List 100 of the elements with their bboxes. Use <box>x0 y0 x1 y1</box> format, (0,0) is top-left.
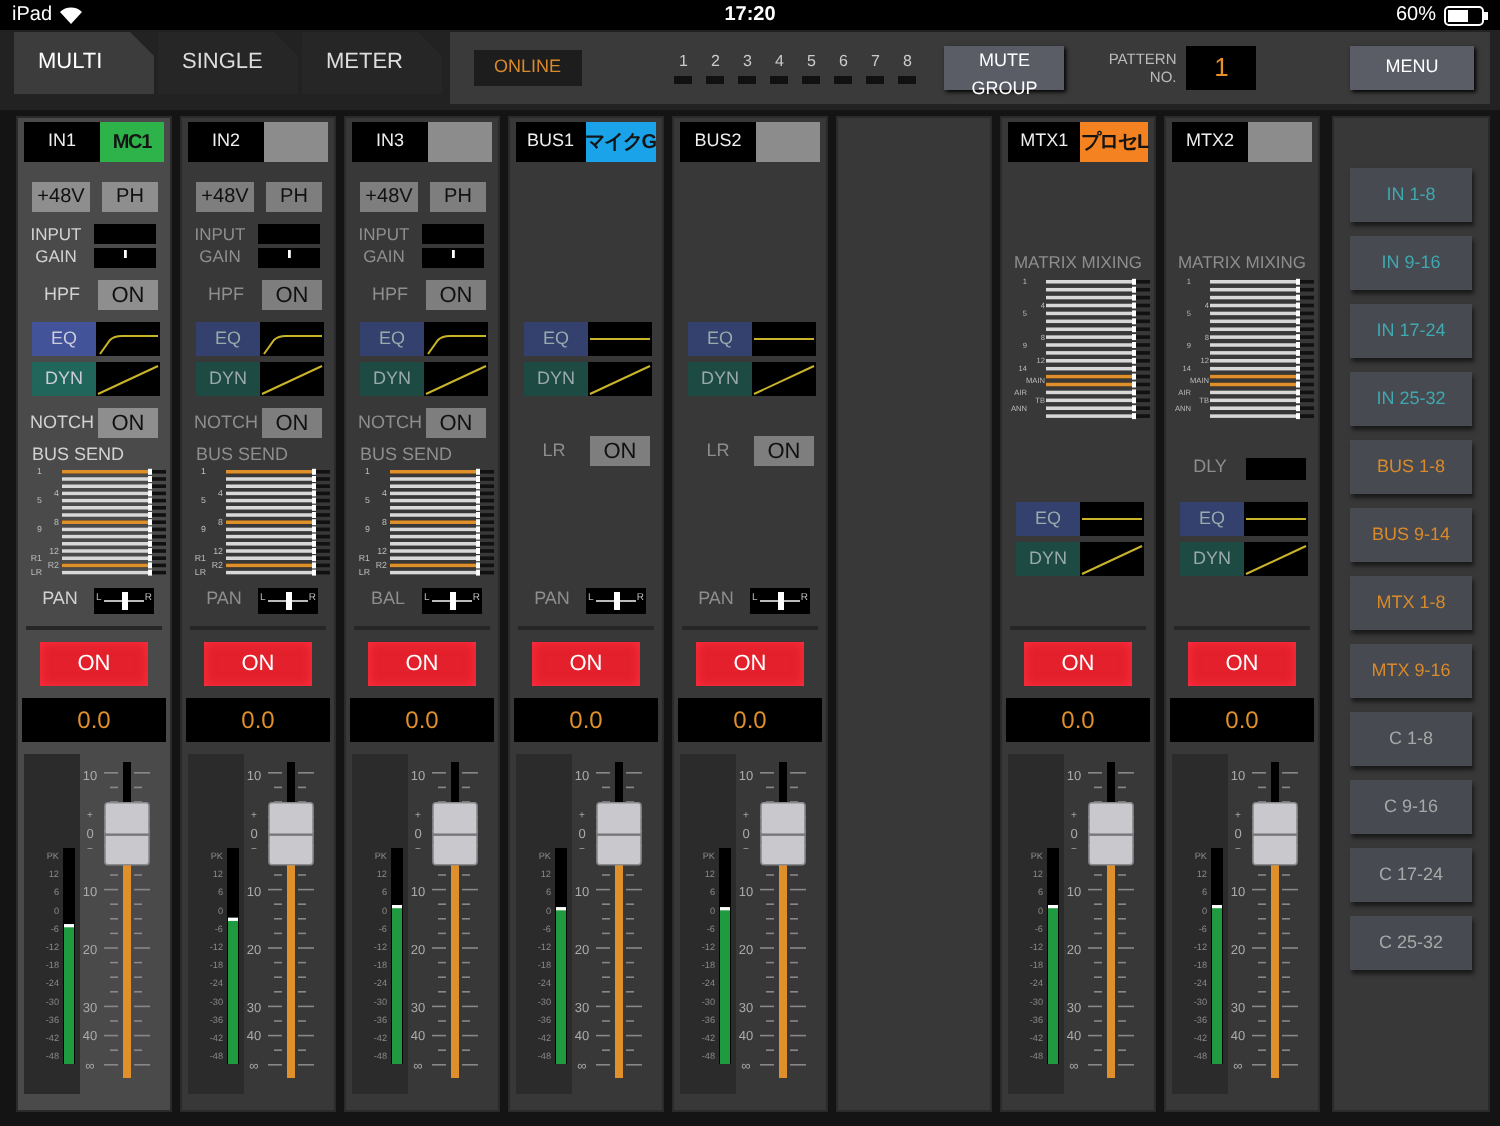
send-level-bars-drawing <box>1046 278 1150 420</box>
mute-group-button[interactable]: MUTE GROUP <box>944 46 1065 90</box>
dynamics-curve-graph <box>1080 542 1144 576</box>
toggle-label: LR <box>704 437 732 464</box>
toggle-label: NOTCH <box>28 409 96 436</box>
bank-button[interactable]: BUS 1-8 <box>1350 440 1472 494</box>
gain-label: INPUT GAIN <box>356 224 412 268</box>
phase-button[interactable]: PH <box>266 182 322 212</box>
bank-button[interactable]: MTX 1-8 <box>1350 576 1472 630</box>
channel-name: プロセL <box>1080 122 1148 162</box>
mute-group-indicator[interactable] <box>738 75 757 83</box>
matrix-mixing-title: MATRIX MIXING <box>1011 252 1145 272</box>
fader-value: 0.0 <box>186 698 330 742</box>
channel-on-button[interactable]: ON <box>532 642 640 686</box>
toggle-button[interactable]: ON <box>98 408 158 438</box>
toggle-button[interactable]: ON <box>590 436 650 466</box>
mute-group-number: 4 <box>775 53 784 69</box>
bank-button[interactable]: C 9-16 <box>1350 780 1472 834</box>
phantom-power-button[interactable]: +48V <box>32 182 90 212</box>
bank-button[interactable]: MTX 9-16 <box>1350 644 1472 698</box>
phase-button[interactable]: PH <box>102 182 158 212</box>
channel-on-button[interactable]: ON <box>204 642 312 686</box>
mute-group-indicator[interactable] <box>674 75 693 83</box>
channel-id: MTX2 <box>1172 122 1248 162</box>
menu-button[interactable]: MENU <box>1349 46 1474 90</box>
bank-button[interactable]: IN 25-32 <box>1350 372 1472 426</box>
bus-send-title: BUS SEND <box>30 444 127 464</box>
fader-value: 0.0 <box>678 698 822 742</box>
fader-knob[interactable] <box>596 801 642 866</box>
mute-group-indicator[interactable] <box>898 75 917 83</box>
bank-button[interactable]: IN 1-8 <box>1350 168 1472 222</box>
delay-display[interactable] <box>1246 457 1306 479</box>
pan-knob[interactable] <box>122 591 128 609</box>
fader-knob[interactable] <box>432 801 478 866</box>
dynamics-curve-graph <box>588 362 652 396</box>
send-level-bars-drawing <box>390 468 494 576</box>
bank-button[interactable]: C 1-8 <box>1350 712 1472 766</box>
channel-name: マイクG <box>585 122 656 162</box>
pan-knob[interactable] <box>614 591 620 609</box>
bank-button[interactable]: C 25-32 <box>1350 916 1472 970</box>
phantom-power-button[interactable]: +48V <box>196 182 254 212</box>
channel-id: MTX1 <box>1008 122 1081 162</box>
channel-id: BUS1 <box>516 122 586 162</box>
channel-on-button[interactable]: ON <box>1024 642 1132 686</box>
fader-knob[interactable] <box>1252 801 1298 866</box>
toggle-label: HPF <box>42 281 82 308</box>
eq-curve-graph <box>96 322 160 356</box>
gain-display[interactable] <box>258 224 320 268</box>
fader-knob[interactable] <box>104 801 150 866</box>
eq-curve-graph <box>1244 502 1308 536</box>
bank-button[interactable]: C 17-24 <box>1350 848 1472 902</box>
tab[interactable]: SINGLE <box>158 32 298 94</box>
gain-display[interactable] <box>94 224 156 268</box>
fader-knob[interactable] <box>268 801 314 866</box>
fader-value: 0.0 <box>1006 698 1150 742</box>
gain-label: INPUT GAIN <box>28 224 84 268</box>
pan-label: PAN <box>40 586 80 613</box>
toggle-label: HPF <box>206 281 246 308</box>
mute-group-indicator[interactable] <box>802 75 821 83</box>
channel-on-button[interactable]: ON <box>40 642 148 686</box>
mute-group-indicator[interactable] <box>770 75 789 83</box>
gain-display[interactable] <box>422 224 484 268</box>
dynamics-curve-graph <box>752 362 816 396</box>
toggle-button[interactable]: ON <box>754 436 814 466</box>
bank-button[interactable]: BUS 9-14 <box>1350 508 1472 562</box>
channel-on-button[interactable]: ON <box>696 642 804 686</box>
toggle-button[interactable]: ON <box>262 408 322 438</box>
pan-knob[interactable] <box>778 591 784 609</box>
bank-button[interactable]: IN 17-24 <box>1350 304 1472 358</box>
mute-group-number: 6 <box>839 53 848 69</box>
pan-knob[interactable] <box>286 591 292 609</box>
bus-send-title: BUS SEND <box>194 444 291 464</box>
dynamics-curve-graph <box>260 362 324 396</box>
tab[interactable]: METER <box>302 32 442 94</box>
toggle-button[interactable]: ON <box>426 280 486 310</box>
toggle-button[interactable]: ON <box>426 408 486 438</box>
fader-knob[interactable] <box>760 801 806 866</box>
mute-group-number: 1 <box>679 53 688 69</box>
fader-knob[interactable] <box>1088 801 1134 866</box>
mute-group-number: 5 <box>807 53 816 69</box>
mute-group-number: 7 <box>871 53 880 69</box>
battery-icon <box>1443 5 1488 25</box>
mute-group-indicator[interactable] <box>706 75 725 83</box>
tab[interactable]: MULTI <box>14 32 154 94</box>
channel-id: IN2 <box>188 122 264 162</box>
fader-value: 0.0 <box>350 698 494 742</box>
pattern-number[interactable]: 1 <box>1186 46 1257 90</box>
phase-button[interactable]: PH <box>430 182 486 212</box>
mute-group-indicator[interactable] <box>866 75 885 83</box>
pan-label: PAN <box>532 586 572 613</box>
phantom-power-button[interactable]: +48V <box>360 182 418 212</box>
pan-knob[interactable] <box>450 591 456 609</box>
toggle-button[interactable]: ON <box>98 280 158 310</box>
pan-label: BAL <box>368 586 407 613</box>
channel-on-button[interactable]: ON <box>368 642 476 686</box>
bank-button[interactable]: IN 9-16 <box>1350 236 1472 290</box>
mute-group-indicator[interactable] <box>834 75 853 83</box>
device-name: iPad <box>12 2 53 30</box>
channel-on-button[interactable]: ON <box>1188 642 1296 686</box>
toggle-button[interactable]: ON <box>262 280 322 310</box>
